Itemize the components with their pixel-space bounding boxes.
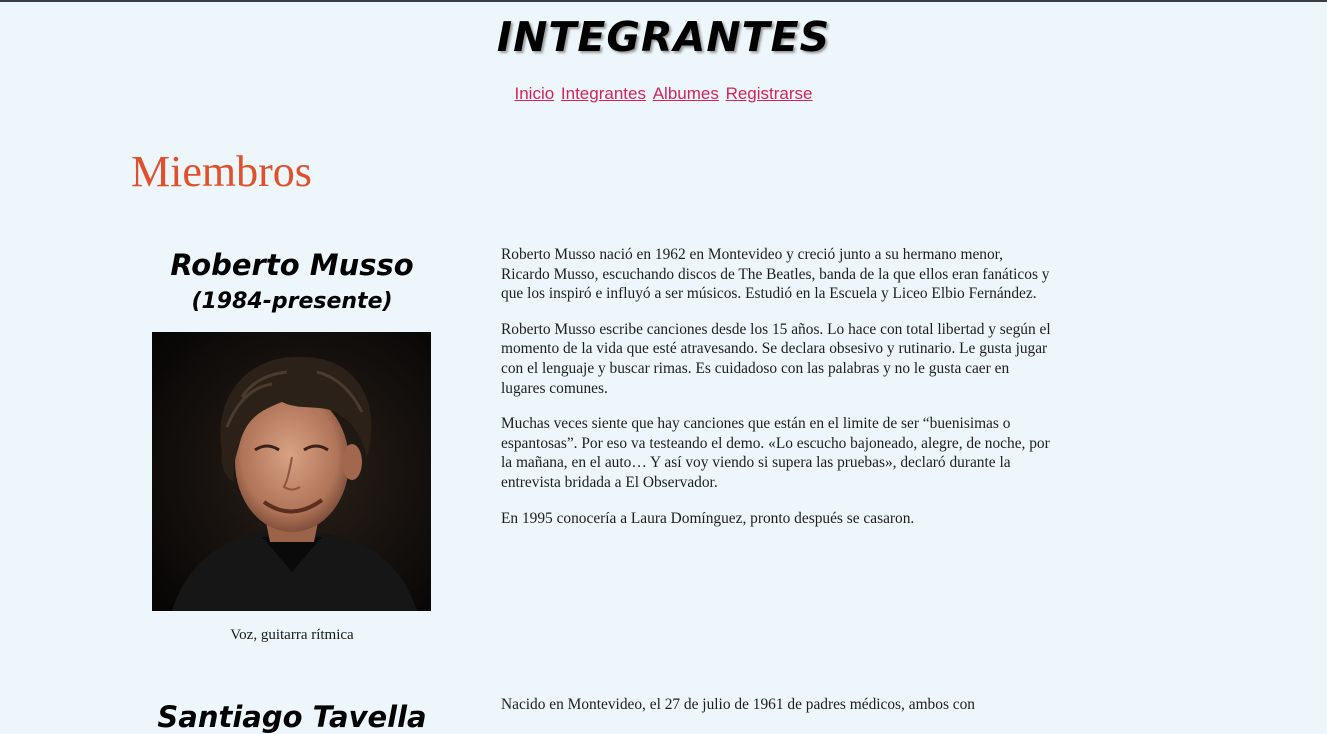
nav-link-integrantes[interactable]: Integrantes <box>561 84 646 103</box>
main-nav: Inicio Integrantes Albumes Registrarse <box>0 84 1327 104</box>
bio-paragraph: En 1995 conocería a Laura Domínguez, pro… <box>501 509 915 527</box>
nav-link-inicio[interactable]: Inicio <box>514 84 554 103</box>
member-name: Santiago Tavella <box>157 700 427 734</box>
member-bio: Roberto Musso nació en 1962 en Montevide… <box>501 245 1054 544</box>
member-name: Roberto Musso <box>170 248 414 282</box>
member-caption: Voz, guitarra rítmica <box>230 627 354 643</box>
bio-paragraph: Roberto Musso escribe canciones desde lo… <box>501 320 1051 397</box>
member-years: (1984-presente) <box>191 289 393 314</box>
section-title: Miembros <box>131 147 312 196</box>
member-photo <box>152 332 431 611</box>
member-bio: Nacido en Montevideo, el 27 de julio de … <box>501 695 1054 715</box>
top-border <box>0 0 1327 2</box>
bio-paragraph: Nacido en Montevideo, el 27 de julio de … <box>501 696 975 713</box>
nav-link-registrarse[interactable]: Registrarse <box>726 84 813 103</box>
bio-paragraph: Muchas veces siente que hay canciones qu… <box>501 415 1050 491</box>
page-title: INTEGRANTES <box>496 13 831 61</box>
nav-link-albumes[interactable]: Albumes <box>653 84 719 103</box>
bio-paragraph: Roberto Musso nació en 1962 en Montevide… <box>501 246 1050 303</box>
